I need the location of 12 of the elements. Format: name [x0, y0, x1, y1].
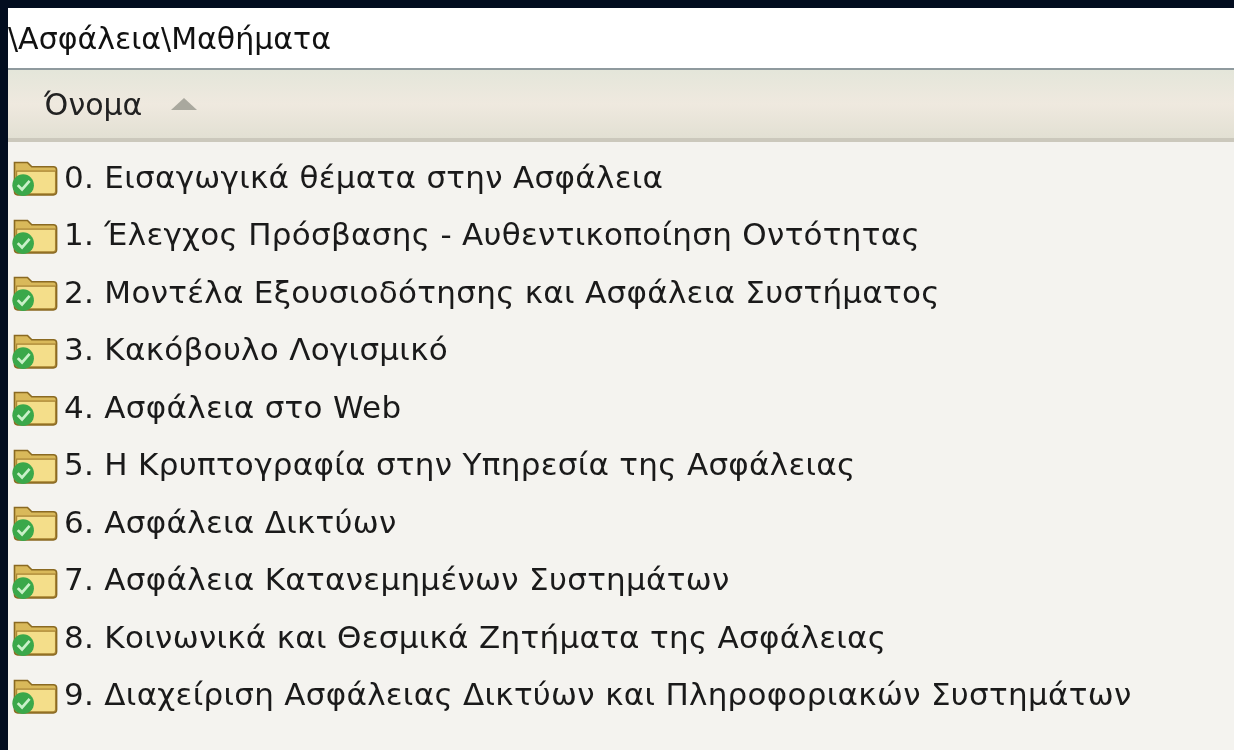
- folder-path: \Ασφάλεια\Μαθήματα: [8, 19, 331, 58]
- folder-item[interactable]: 9. Διαχείριση Ασφάλειας Δικτύων και Πληροφοριακών Συστημάτων: [8, 665, 1234, 723]
- folder-item[interactable]: 8. Κοινωνικά και Θεσμικά Ζητήματα της Ασφάλειας: [8, 608, 1234, 666]
- folder-item[interactable]: 2. Μοντέλα Εξουσιοδότησης και Ασφάλεια Συστήματος: [8, 263, 1234, 321]
- folder-item[interactable]: 4. Ασφάλεια στο Web: [8, 378, 1234, 436]
- folder-item[interactable]: 5. Η Κρυπτογραφία στην Υπηρεσία της Ασφάλειας: [8, 435, 1234, 493]
- name-column-header[interactable]: Όνομα: [44, 81, 199, 127]
- folder-item[interactable]: 6. Ασφάλεια Δικτύων: [8, 493, 1234, 551]
- folder-item[interactable]: 3. Κακόβουλο Λογισμικό: [8, 320, 1234, 378]
- folder-item[interactable]: 0. Εισαγωγικά θέματα στην Ασφάλεια: [8, 148, 1234, 206]
- folder-item[interactable]: 1. Έλεγχος Πρόσβασης - Αυθεντικοποίηση Οντότητας: [8, 205, 1234, 263]
- folder-item[interactable]: 7. Ασφάλεια Κατανεμημένων Συστημάτων: [8, 550, 1234, 608]
